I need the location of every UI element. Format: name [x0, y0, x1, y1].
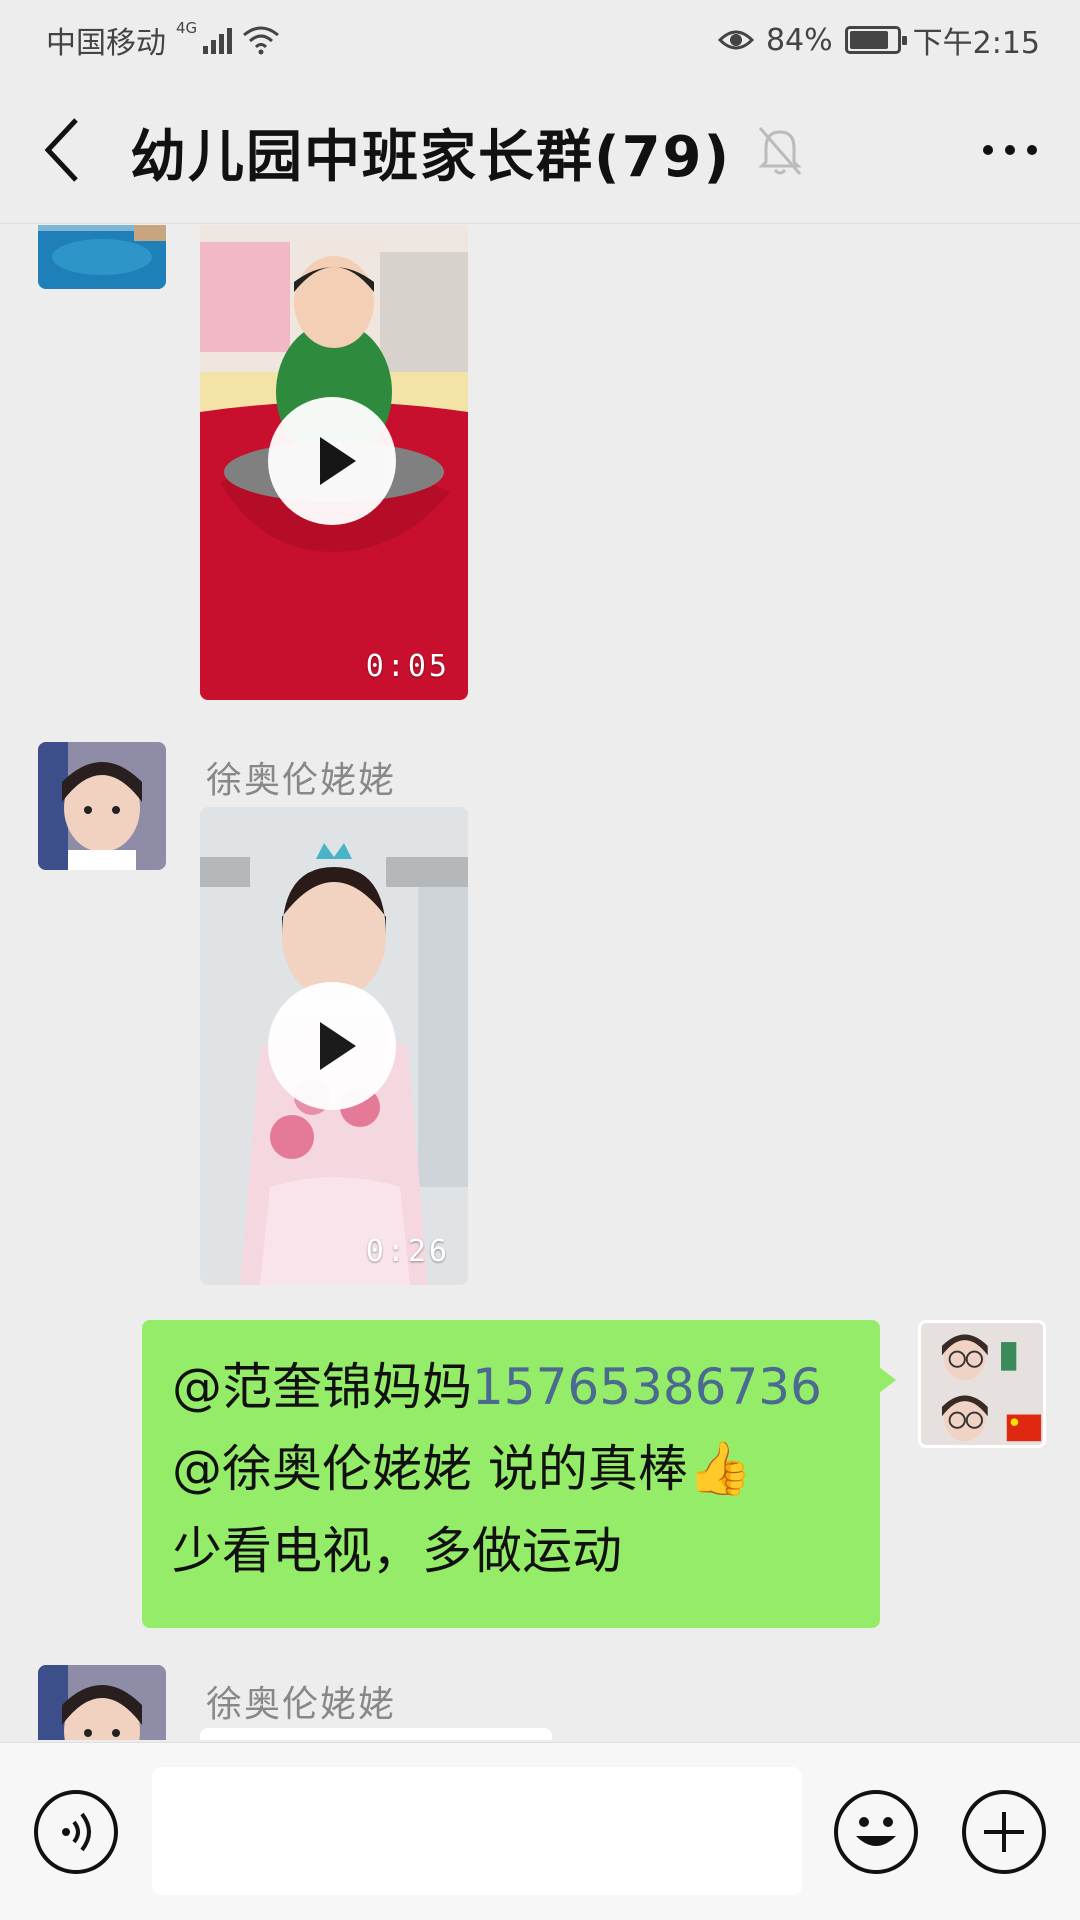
- chat-screen: 中国移动 4G 84% 下午2:15 幼儿园中班家长群(79) 0:05 徐奥伦…: [0, 0, 1080, 1920]
- eye-icon: [717, 26, 754, 54]
- video-message[interactable]: 0:05: [200, 225, 468, 700]
- text-message-bubble[interactable]: @范奎锦妈妈15765386736 @徐奥伦姥姥 说的真棒👍 少看电视，多做运动: [142, 1320, 896, 1628]
- input-bar: [0, 1742, 1080, 1920]
- chevron-left-icon[interactable]: [40, 114, 88, 186]
- network-type: 4G: [176, 19, 198, 37]
- message-list[interactable]: 0:05 徐奥伦姥姥 0:26 @范奎锦妈妈15765386736 @徐奥伦姥姥…: [0, 225, 1080, 1740]
- avatar[interactable]: [38, 742, 166, 870]
- message-bubble[interactable]: [200, 1728, 552, 1740]
- play-icon[interactable]: [268, 397, 396, 525]
- video-duration: 0:26: [365, 1234, 450, 1269]
- clock: 下午2:15: [912, 26, 1040, 61]
- message-line: @范奎锦妈妈15765386736: [172, 1346, 850, 1428]
- video-message[interactable]: 0:26: [200, 807, 468, 1285]
- title-bar: 幼儿园中班家长群(79): [0, 76, 1080, 224]
- wifi-icon: [242, 25, 280, 55]
- avatar[interactable]: [38, 1665, 166, 1740]
- battery-percent: 84%: [765, 22, 833, 58]
- play-icon[interactable]: [268, 982, 396, 1110]
- emoji-icon[interactable]: [834, 1790, 918, 1874]
- avatar[interactable]: [918, 1320, 1046, 1448]
- thumbs-up-icon: 👍: [687, 1439, 753, 1499]
- bell-off-icon: [756, 122, 804, 178]
- status-bar: 中国移动 4G 84% 下午2:15: [0, 0, 1080, 76]
- phone-number-link[interactable]: 15765386736: [472, 1358, 822, 1416]
- battery-icon: [844, 26, 907, 54]
- message-input[interactable]: [152, 1767, 802, 1895]
- mention-text: @徐奥伦姥姥 说的真棒: [172, 1440, 688, 1498]
- page-title: 幼儿园中班家长群(79): [130, 125, 732, 190]
- avatar[interactable]: [38, 225, 166, 289]
- sender-name: 徐奥伦姥姥: [206, 760, 397, 801]
- plus-icon[interactable]: [962, 1790, 1046, 1874]
- voice-icon[interactable]: [34, 1790, 118, 1874]
- video-duration: 0:05: [365, 649, 450, 684]
- carrier-name: 中国移动: [46, 26, 166, 61]
- sender-name: 徐奥伦姥姥: [206, 1684, 397, 1725]
- more-horizontal-icon[interactable]: [980, 126, 1040, 174]
- message-line: 少看电视，多做运动: [172, 1522, 622, 1580]
- signal-icon: [203, 26, 233, 54]
- mention[interactable]: @范奎锦妈妈: [172, 1358, 472, 1416]
- message-line: @徐奥伦姥姥 说的真棒👍: [172, 1428, 850, 1510]
